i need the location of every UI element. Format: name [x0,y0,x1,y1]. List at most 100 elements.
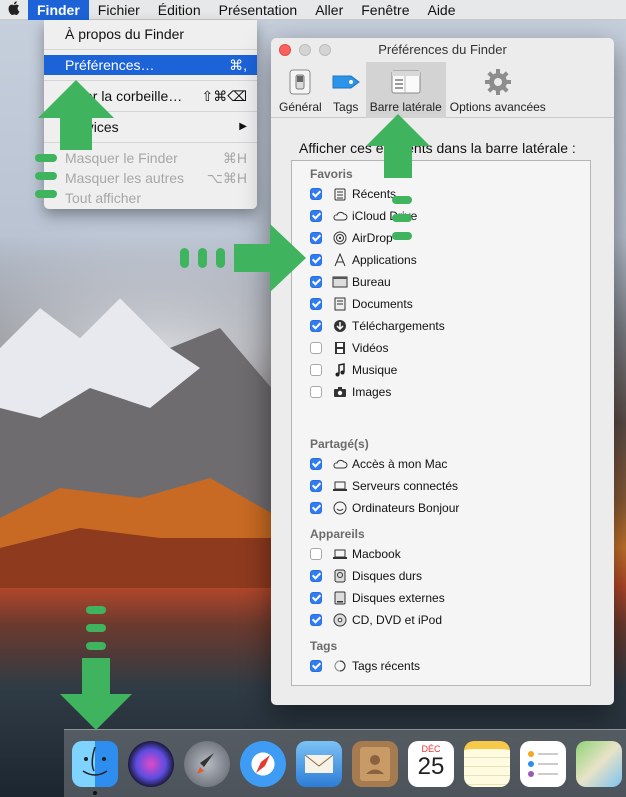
group-title-tags: Tags [310,639,338,653]
annotation-dash [35,190,57,198]
list-item[interactable]: Images [310,381,590,403]
launchpad-icon[interactable] [184,740,230,787]
checkbox-airdrop[interactable] [310,232,322,244]
preferences-toolbar: Général Tags Barre latérale Options avan… [271,62,614,118]
item-label: Tags récents [352,659,421,673]
window-titlebar: Préférences du Finder [271,38,614,62]
checkbox-disques-durs[interactable] [310,570,322,582]
window-title: Préférences du Finder [378,42,507,57]
list-item[interactable]: Serveurs connectés [310,475,590,497]
checkbox-disques-externes[interactable] [310,592,322,604]
zoom-button[interactable] [319,44,331,56]
list-item[interactable]: Ordinateurs Bonjour [310,497,590,519]
list-item[interactable]: Documents [310,293,590,315]
menu-bar: Finder Fichier Édition Présentation Alle… [0,0,626,20]
menu-separator [44,49,257,50]
bonjour-icon [332,501,348,515]
menu-item-about[interactable]: À propos du Finder [44,24,257,44]
music-note-icon [332,363,348,377]
applications-icon [332,253,348,267]
gear-icon [482,68,514,96]
finder-icon[interactable] [72,740,118,795]
tab-general[interactable]: Général [275,62,326,118]
checkbox-acces-mac[interactable] [310,458,322,470]
list-item[interactable]: Disques externes [310,587,590,609]
checkbox-icloud[interactable] [310,210,322,222]
annotation-dash [86,606,106,614]
menu-item-hide-finder[interactable]: Masquer le Finder ⌘H [44,148,257,168]
menu-edition[interactable]: Édition [149,0,210,20]
film-icon [332,341,348,355]
tab-sidebar[interactable]: Barre latérale [365,62,446,118]
list-item[interactable]: Téléchargements [310,315,590,337]
notes-icon[interactable] [464,740,510,787]
maps-icon[interactable] [576,740,622,787]
close-button[interactable] [279,44,291,56]
menu-aller[interactable]: Aller [306,0,352,20]
menu-item-hide-others[interactable]: Masquer les autres ⌥⌘H [44,168,257,188]
checkbox-documents[interactable] [310,298,322,310]
item-label: Disques durs [352,569,423,583]
list-item[interactable]: CD, DVD et iPod [310,609,590,631]
checkbox-images[interactable] [310,386,322,398]
checkbox-bureau[interactable] [310,276,322,288]
mail-icon[interactable] [296,740,342,787]
list-item[interactable]: AirDrop [310,227,590,249]
list-item[interactable]: Accès à mon Mac [310,453,590,475]
menu-item-shortcut: ⌘H [222,150,247,166]
checkbox-cd-dvd[interactable] [310,614,322,626]
running-indicator [93,790,97,795]
checkbox-musique[interactable] [310,364,322,376]
menu-item-preferences[interactable]: Préférences… ⌘, [44,55,257,75]
menu-item-show-all[interactable]: Tout afficher [44,188,257,208]
safari-icon[interactable] [240,740,286,787]
external-drive-icon [332,591,348,605]
list-item[interactable]: Macbook [310,543,590,565]
calendar-month: DÉC [421,743,441,754]
menu-item-label: Masquer les autres [65,170,185,186]
checkbox-telechargements[interactable] [310,320,322,332]
annotation-dash [86,642,106,650]
checkbox-tags-recents[interactable] [310,660,322,672]
list-item[interactable]: Bureau [310,271,590,293]
tab-advanced[interactable]: Options avancées [446,62,550,118]
mountain-illustration [0,298,280,588]
checkbox-applications[interactable] [310,254,322,266]
tag-circle-icon [332,659,348,673]
menu-presentation[interactable]: Présentation [210,0,307,20]
checkbox-recents[interactable] [310,188,322,200]
calendar-icon[interactable]: DÉC 25 [408,740,454,787]
list-item[interactable]: Applications [310,249,590,271]
siri-icon[interactable] [128,740,174,787]
list-item[interactable]: Musique [310,359,590,381]
list-item[interactable]: Récents [310,183,590,205]
laptop-icon [332,547,348,561]
menu-item-shortcut: ⇧⌘⌫ [201,88,247,104]
laptop-icon [332,479,348,493]
checkbox-serveurs[interactable] [310,480,322,492]
checkbox-macbook[interactable] [310,548,322,560]
list-item[interactable]: Tags récents [310,655,590,677]
reminders-icon[interactable] [520,740,566,787]
tab-tags[interactable]: Tags [326,62,366,118]
item-label: Serveurs connectés [352,479,459,493]
list-item[interactable]: iCloud Drive [310,205,590,227]
menu-item-label: Tout afficher [65,190,142,206]
submenu-arrow-icon: ▶ [239,121,247,132]
minimize-button[interactable] [299,44,311,56]
checkbox-videos[interactable] [310,342,322,354]
menu-fichier[interactable]: Fichier [89,0,149,20]
contacts-icon[interactable] [352,740,398,787]
menu-finder[interactable]: Finder [28,0,89,20]
item-label: Bureau [352,275,391,289]
list-item[interactable]: Disques durs [310,565,590,587]
apple-icon[interactable] [0,1,28,18]
item-label: Ordinateurs Bonjour [352,501,460,515]
arrow-up-icon [38,80,114,150]
list-item[interactable]: Vidéos [310,337,590,359]
menu-aide[interactable]: Aide [418,0,464,20]
menu-fenetre[interactable]: Fenêtre [352,0,418,20]
checkbox-bonjour[interactable] [310,502,322,514]
annotation-dash [180,248,189,268]
